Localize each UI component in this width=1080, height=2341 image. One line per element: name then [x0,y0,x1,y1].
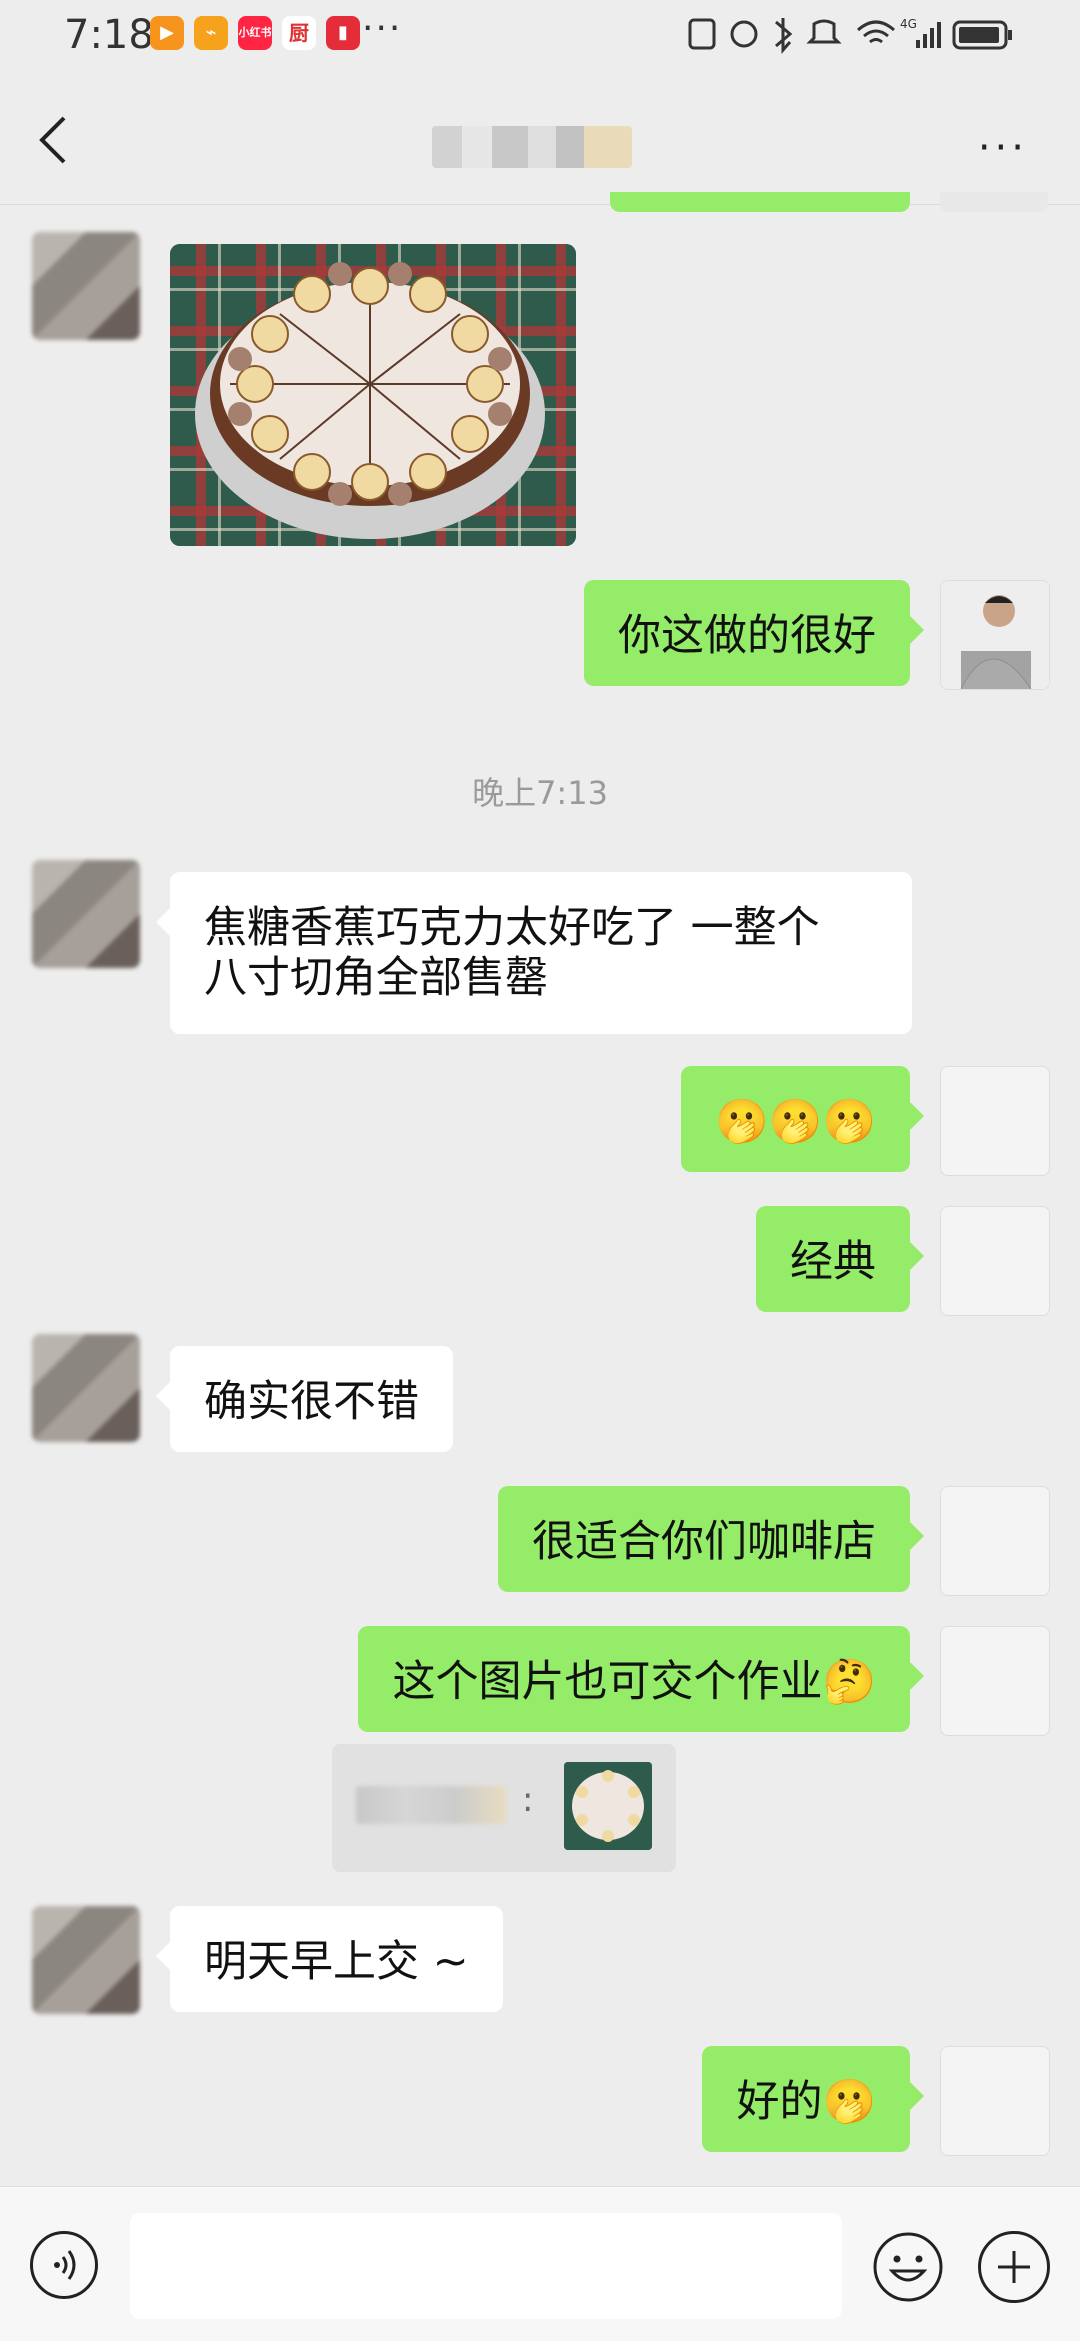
message-bubble-mine[interactable]: 好的🫢 [702,2046,924,2152]
status-more-icon: ··· [362,8,403,49]
avatar-me[interactable] [940,1486,1050,1596]
status-bar: 7:18 ▶ ⌁ 小红书 厨 ▮ ··· 4G [0,0,1080,76]
avatar-contact[interactable] [32,1906,140,2014]
chef-avatar-image [941,581,1049,689]
message-bubble-mine[interactable]: 很适合你们咖啡店 [498,1486,924,1592]
avatar-contact[interactable] [32,1334,140,1442]
input-bar [0,2186,1080,2341]
message-bubble-mine[interactable]: 🫢🫢🫢 [681,1066,924,1172]
message-bubble-mine[interactable]: 经典 [756,1206,924,1312]
message-bubble-contact[interactable]: 焦糖香蕉巧克力太好吃了 一整个 八寸切角全部售罄 [156,872,912,1034]
more-options-icon[interactable]: ··· [978,128,1028,168]
quote-colon: : [522,1780,534,1820]
note-app-icon: ⌁ [194,16,228,50]
avatar-contact[interactable] [32,860,140,968]
cake-photo-message[interactable] [170,244,576,546]
emoji-icon[interactable] [872,2231,944,2303]
message-bubble-mine[interactable]: 这个图片也可交个作业🤔 [358,1626,924,1732]
book-app-icon: ▮ [326,16,360,50]
quoted-cake-thumbnail [564,1762,652,1850]
system-status-icons: 4G [688,17,1012,54]
svg-text:4G: 4G [900,17,917,31]
previous-message-bubble [610,192,910,212]
xiaohongshu-icon: 小红书 [238,16,272,50]
kitchen-app-icon: 厨 [282,16,316,50]
chat-header: ··· [0,76,1080,205]
avatar-contact[interactable] [32,232,140,340]
cake-image [170,244,576,546]
video-app-icon: ▶ [150,16,184,50]
quoted-message[interactable]: : [332,1744,676,1872]
message-bubble-contact[interactable]: 确实很不错 [156,1346,453,1452]
chevron-left-icon[interactable] [36,114,70,166]
plus-icon[interactable] [978,2231,1050,2303]
avatar-me[interactable] [940,1066,1050,1176]
avatar-me-partial [940,192,1048,212]
voice-icon[interactable] [30,2231,98,2299]
message-bubble-contact[interactable]: 明天早上交 ~ [156,1906,503,2012]
avatar-me[interactable] [940,580,1050,690]
message-bubble-mine[interactable]: 你这做的很好 [584,580,924,686]
contact-name-blurred [432,126,632,168]
avatar-me[interactable] [940,2046,1050,2156]
status-time: 7:18 [64,12,154,58]
message-input[interactable] [130,2213,842,2319]
avatar-me[interactable] [940,1626,1050,1736]
quoted-sender-blurred [356,1786,506,1824]
message-timestamp: 晚上7:13 [472,774,608,812]
avatar-me[interactable] [940,1206,1050,1316]
